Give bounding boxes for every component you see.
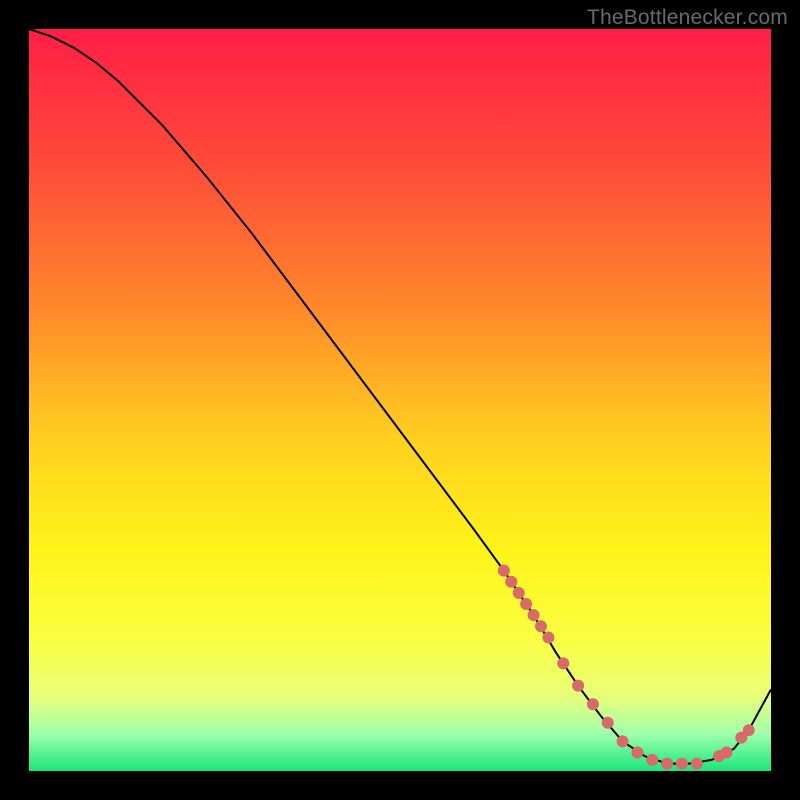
data-marker (602, 717, 614, 729)
data-marker (528, 609, 540, 621)
watermark-text: TheBottlenecker.com (587, 6, 788, 30)
data-marker (505, 576, 517, 588)
data-marker (646, 754, 658, 766)
data-marker (520, 598, 532, 610)
data-marker (572, 680, 584, 692)
data-marker (535, 620, 547, 632)
data-marker (498, 565, 510, 577)
marker-group (498, 565, 755, 770)
data-marker (743, 724, 755, 736)
data-marker (513, 587, 525, 599)
chart-overlay (29, 29, 771, 771)
data-marker (691, 758, 703, 770)
data-marker (676, 758, 688, 770)
data-marker (587, 698, 599, 710)
data-marker (617, 735, 629, 747)
data-marker (661, 758, 673, 770)
chart-stage: TheBottlenecker.com (0, 0, 800, 800)
data-marker (557, 657, 569, 669)
data-marker (542, 631, 554, 643)
bottleneck-curve (29, 29, 771, 764)
data-marker (720, 746, 732, 758)
data-marker (631, 746, 643, 758)
